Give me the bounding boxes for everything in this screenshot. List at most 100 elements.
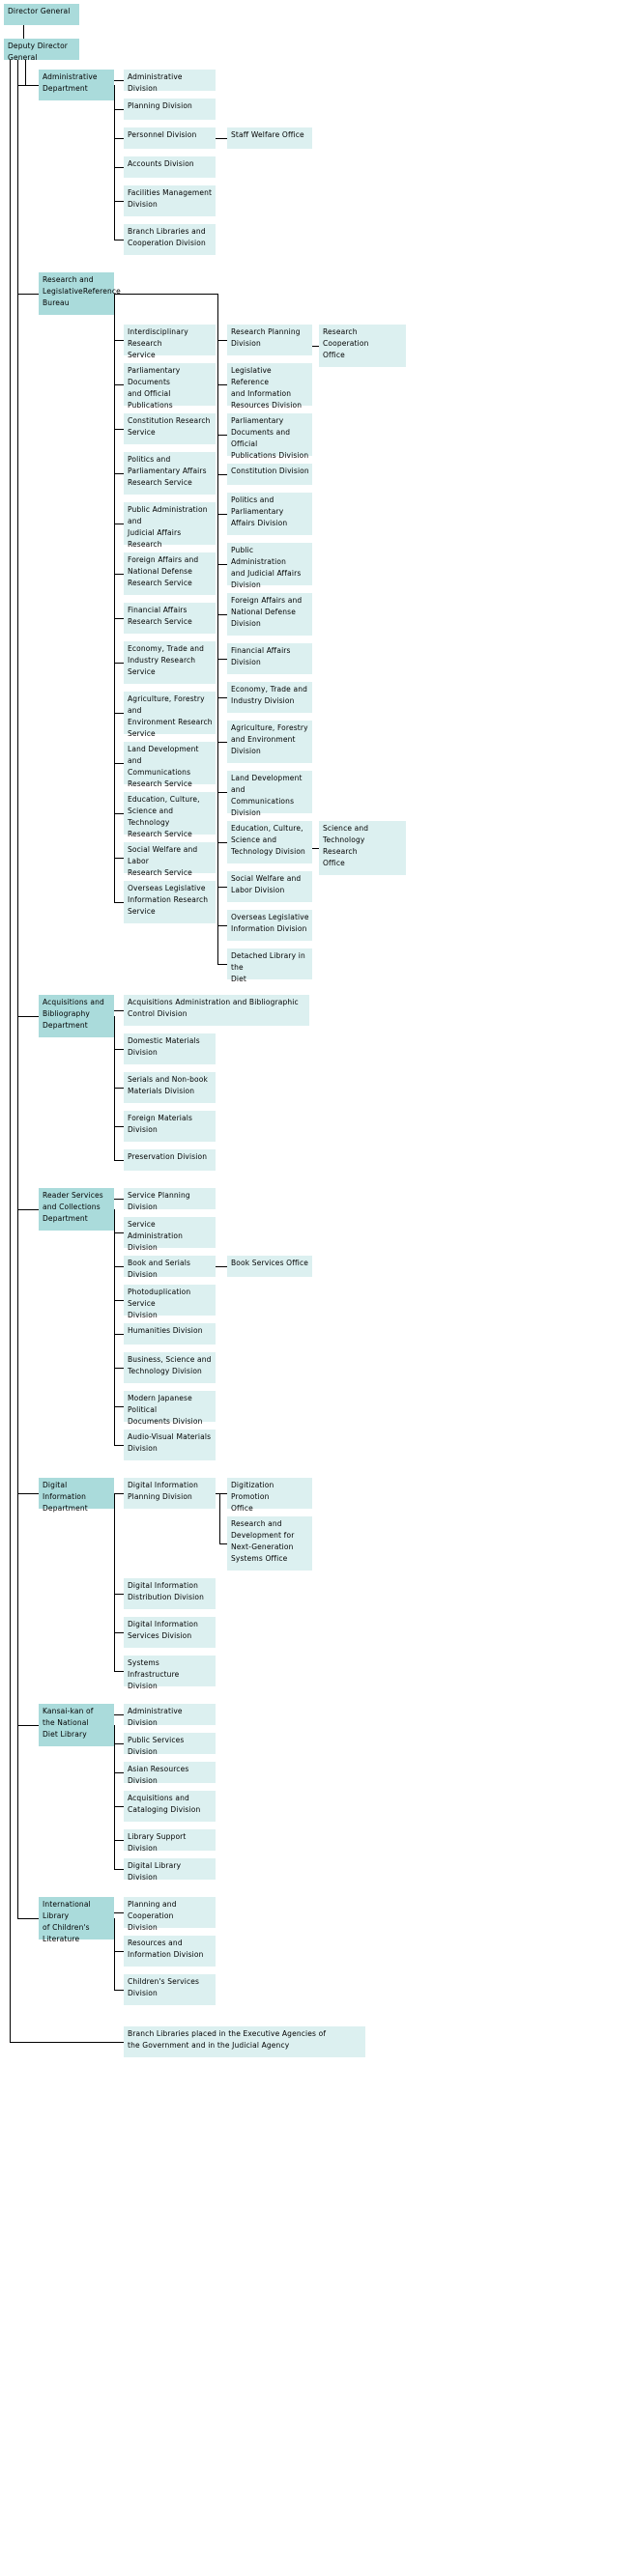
- connector-line: [114, 1671, 124, 1672]
- connector-line: [216, 138, 227, 139]
- node-division-1-5: Public Administration and Judicial Affai…: [227, 543, 312, 589]
- node-division-2-3: Foreign Materials Division: [124, 1111, 216, 1142]
- connector-line: [114, 1266, 124, 1267]
- node-service-1-2: Constitution Research Service: [124, 413, 216, 444]
- node-division-5-4: Library Support Division: [124, 1829, 216, 1853]
- connector-line: [114, 201, 124, 202]
- node-division-0-2: Personnel Division: [124, 127, 216, 149]
- connector-line: [114, 473, 124, 474]
- connector-line: [114, 1869, 124, 1870]
- connector-line: [217, 925, 227, 926]
- connector-line: [219, 1493, 220, 1543]
- connector-line: [217, 564, 227, 565]
- node-division-4-0: Digital Information Planning Division: [124, 1478, 216, 1509]
- node-service-1-9: Land Development and Communications Rese…: [124, 742, 216, 788]
- connector-line: [217, 384, 227, 385]
- connector-line: [17, 1725, 39, 1726]
- connector-line: [17, 1493, 39, 1494]
- connector-line: [217, 792, 227, 793]
- node-service-1-0: Interdisciplinary Research Service: [124, 325, 216, 359]
- node-deputy-director-general: Deputy Director General: [4, 39, 79, 62]
- node-division-6-1: Resources and Information Division: [124, 1936, 216, 1967]
- connector-line: [114, 1918, 115, 1990]
- node-division-3-5: Business, Science and Technology Divisio…: [124, 1352, 216, 1383]
- connector-line: [114, 1368, 124, 1369]
- node-division-0-5: Branch Libraries and Cooperation Divisio…: [124, 224, 216, 255]
- connector-line: [114, 167, 124, 168]
- node-division-1-4: Politics and Parliamentary Affairs Divis…: [227, 493, 312, 535]
- node-division-2-4: Preservation Division: [124, 1149, 216, 1171]
- connector-line: [114, 1126, 124, 1127]
- connector-line: [217, 964, 227, 965]
- node-office-1-0-0: Research Cooperation Office: [319, 325, 406, 367]
- connector-line: [114, 1594, 124, 1595]
- node-division-5-0: Administrative Division: [124, 1704, 216, 1727]
- connector-line: [219, 1493, 227, 1494]
- connector-line: [114, 1334, 124, 1335]
- connector-line: [114, 1010, 124, 1011]
- connector-line: [312, 848, 319, 849]
- node-office-0-2-0: Staff Welfare Office: [227, 127, 312, 149]
- connector-line: [114, 109, 124, 110]
- connector-line: [114, 763, 124, 764]
- node-department-4: Digital Information Department: [39, 1478, 114, 1513]
- connector-line: [17, 1209, 39, 1210]
- connector-line: [216, 1266, 227, 1267]
- connector-line: [114, 902, 124, 903]
- connector-line: [114, 1806, 124, 1807]
- node-division-5-2: Asian Resources Division: [124, 1762, 216, 1785]
- node-division-3-4: Humanities Division: [124, 1323, 216, 1345]
- connector-line: [17, 1016, 39, 1017]
- connector-line: [114, 340, 124, 341]
- connector-line: [25, 60, 26, 85]
- node-service-1-1: Parliamentary Documents and Official Pub…: [124, 363, 216, 421]
- connector-line: [114, 1445, 124, 1446]
- node-division-0-1: Planning Division: [124, 99, 216, 120]
- connector-line: [17, 1918, 39, 1919]
- node-division-3-3: Photoduplication Service Division: [124, 1285, 216, 1319]
- connector-line: [114, 1199, 124, 1200]
- connector-line: [114, 1049, 124, 1050]
- connector-line: [217, 294, 218, 964]
- connector-line: [114, 80, 124, 81]
- node-division-4-3: Systems Infrastructure Division: [124, 1656, 216, 1690]
- node-division-5-5: Digital Library Division: [124, 1858, 216, 1882]
- connector-line: [114, 663, 124, 664]
- connector-line: [217, 742, 227, 743]
- node-division-2-0: Acquisitions Administration and Bibliogr…: [124, 995, 309, 1026]
- connector-line: [114, 1088, 124, 1089]
- node-division-3-7: Audio-Visual Materials Division: [124, 1430, 216, 1460]
- node-office-4-0-0: Digitization Promotion Office: [227, 1478, 312, 1513]
- node-division-2-1: Domestic Materials Division: [124, 1033, 216, 1064]
- connector-line: [114, 1772, 124, 1773]
- connector-line: [114, 1725, 115, 1869]
- connector-line: [217, 614, 227, 615]
- node-service-1-8: Agriculture, Forestry and Environment Re…: [124, 692, 216, 738]
- node-division-1-1: Legislative Reference and Information Re…: [227, 363, 312, 410]
- node-division-1-12: Social Welfare and Labor Division: [227, 871, 312, 902]
- connector-line: [219, 1543, 227, 1544]
- node-division-3-2: Book and Serials Division: [124, 1256, 216, 1279]
- connector-line: [114, 1840, 124, 1841]
- node-division-4-1: Digital Information Distribution Divisio…: [124, 1578, 216, 1609]
- connector-line: [114, 1160, 124, 1161]
- connector-line: [217, 474, 227, 475]
- node-division-1-7: Financial Affairs Division: [227, 643, 312, 674]
- node-division-0-0: Administrative Division: [124, 70, 216, 93]
- connector-line: [114, 138, 124, 139]
- node-service-1-11: Social Welfare and Labor Research Servic…: [124, 842, 216, 877]
- node-department-2: Acquisitions and Bibliography Department: [39, 995, 114, 1037]
- node-service-1-3: Politics and Parliamentary Affairs Resea…: [124, 452, 216, 495]
- node-service-1-6: Financial Affairs Research Service: [124, 603, 216, 634]
- node-division-2-2: Serials and Non-book Materials Division: [124, 1072, 216, 1103]
- node-office-3-2-0: Book Services Office: [227, 1256, 312, 1277]
- connector-line: [17, 85, 39, 86]
- connector-line: [23, 25, 24, 39]
- connector-line: [17, 294, 39, 295]
- connector-line: [17, 60, 18, 1918]
- connector-line: [10, 60, 11, 2042]
- node-branch-libraries-footer: Branch Libraries placed in the Executive…: [124, 2026, 365, 2057]
- connector-line: [114, 1912, 124, 1913]
- connector-line: [114, 1493, 115, 1671]
- node-department-5: Kansai-kan of the National Diet Library: [39, 1704, 114, 1746]
